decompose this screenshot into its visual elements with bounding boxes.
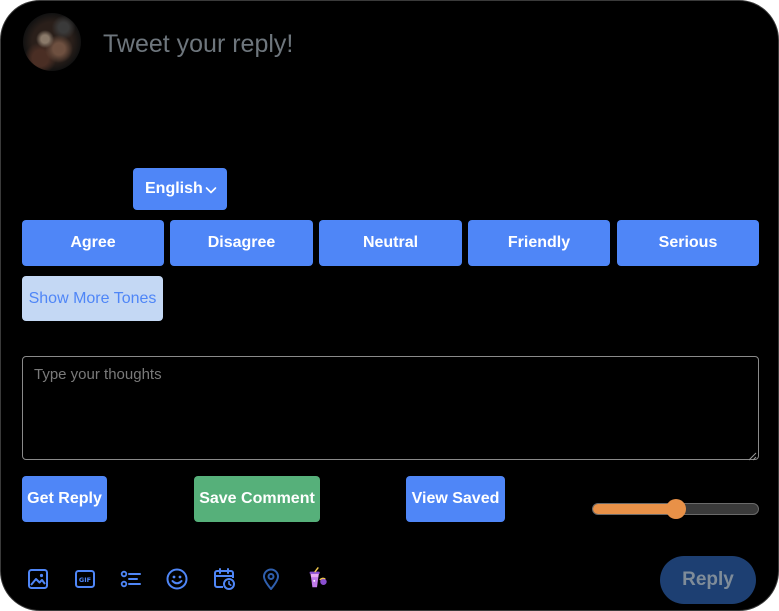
tone-slider[interactable] [592,499,759,519]
poll-icon[interactable] [119,567,143,591]
ai-assistant-icon[interactable] [305,567,331,591]
tone-friendly-button[interactable]: Friendly [468,220,610,266]
svg-text:GIF: GIF [79,576,91,584]
slider-fill [593,504,676,514]
show-more-tones-button[interactable]: Show More Tones [22,276,163,321]
tone-disagree-button[interactable]: Disagree [170,220,313,266]
schedule-icon[interactable] [212,567,236,591]
tone-neutral-button[interactable]: Neutral [319,220,462,266]
reply-composer: Tweet your reply! English Agree Disagree… [0,0,779,611]
chevron-down-icon [205,183,217,195]
language-selected-label: English [145,180,203,197]
location-icon[interactable] [259,567,283,591]
slider-thumb[interactable] [665,499,686,519]
thoughts-input[interactable] [22,356,759,460]
tone-agree-button[interactable]: Agree [22,220,164,266]
save-comment-button[interactable]: Save Comment [194,476,320,522]
compose-placeholder[interactable]: Tweet your reply! [103,29,293,59]
get-reply-button[interactable]: Get Reply [22,476,107,522]
emoji-icon[interactable] [165,567,189,591]
avatar[interactable] [23,13,81,71]
language-select[interactable]: English [133,168,227,210]
resize-handle-icon[interactable] [747,448,757,461]
tone-serious-button[interactable]: Serious [617,220,759,266]
image-icon[interactable] [26,567,50,591]
reply-button[interactable]: Reply [660,556,756,604]
gif-icon[interactable]: GIF [73,567,97,591]
view-saved-button[interactable]: View Saved [406,476,505,522]
